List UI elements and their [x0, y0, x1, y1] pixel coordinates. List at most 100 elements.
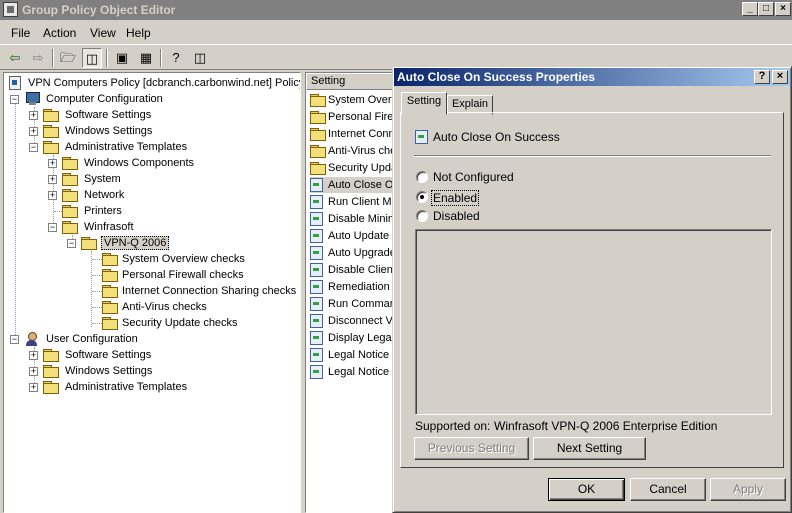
- radio-label-enabled[interactable]: Enabled: [431, 190, 480, 206]
- radio-label-not-configured[interactable]: Not Configured: [433, 170, 514, 184]
- export-list-icon[interactable]: ▦: [136, 48, 156, 68]
- radio-label-disabled[interactable]: Disabled: [433, 209, 480, 223]
- list-setting-item[interactable]: Remediation: [310, 279, 392, 295]
- tree-windows-settings[interactable]: + Windows Settings: [29, 123, 154, 139]
- list-setting-item[interactable]: Disable Client: [310, 262, 398, 278]
- tree-root[interactable]: VPN Computers Policy [dcbranch.carbonwin…: [8, 75, 300, 91]
- show-tree-icon[interactable]: ◫: [82, 48, 102, 68]
- up-folder-icon[interactable]: 🗁: [58, 48, 78, 68]
- expand-icon[interactable]: +: [29, 383, 38, 392]
- folder-icon: [310, 162, 326, 175]
- tree-network[interactable]: + Network: [48, 187, 126, 203]
- list-setting-item[interactable]: Auto Upgrade: [310, 245, 398, 261]
- tree-connector: [92, 275, 102, 276]
- folder-icon: [102, 285, 118, 298]
- collapse-icon[interactable]: −: [67, 239, 76, 248]
- tree-vpnq-child[interactable]: System Overview checks: [86, 251, 247, 267]
- expand-icon[interactable]: +: [48, 175, 57, 184]
- list-folder-item[interactable]: Security Upda: [310, 160, 399, 176]
- dialog-close-button[interactable]: ×: [772, 70, 788, 84]
- tree-administrative-templates[interactable]: − Administrative Templates: [29, 139, 189, 155]
- list-setting-item[interactable]: Run Comman: [310, 296, 398, 312]
- tree-vpnq-child[interactable]: Security Update checks: [86, 315, 240, 331]
- list-setting-item[interactable]: Legal Notice n: [310, 364, 400, 380]
- radio-disabled[interactable]: [416, 210, 428, 222]
- folder-icon: [102, 317, 118, 330]
- setting-icon: [310, 246, 324, 260]
- list-setting-item[interactable]: Disable Minim: [310, 211, 399, 227]
- collapse-icon[interactable]: −: [48, 223, 57, 232]
- minimize-button[interactable]: _: [742, 2, 758, 16]
- list-folder-item[interactable]: System Overv: [310, 92, 399, 108]
- expand-icon[interactable]: +: [48, 191, 57, 200]
- expand-icon[interactable]: +: [29, 367, 38, 376]
- menu-help[interactable]: Help: [126, 26, 151, 40]
- tree-vpnq-child[interactable]: Personal Firewall checks: [86, 267, 246, 283]
- tree-winfrasoft[interactable]: − Winfrasoft: [48, 219, 136, 235]
- radio-enabled[interactable]: [416, 191, 428, 203]
- collapse-icon[interactable]: −: [10, 335, 19, 344]
- list-setting-item[interactable]: Run Client Mi: [310, 194, 396, 210]
- list-setting-item[interactable]: Disconnect VF: [310, 313, 402, 329]
- collapse-icon[interactable]: −: [29, 143, 38, 152]
- expand-icon[interactable]: +: [29, 351, 38, 360]
- dialog-help-button[interactable]: ?: [754, 70, 770, 84]
- list-setting-item[interactable]: Display Legal: [310, 330, 396, 346]
- setting-icon: [310, 348, 324, 362]
- expand-icon[interactable]: +: [29, 111, 38, 120]
- tree-connector: [92, 291, 102, 292]
- title-bar[interactable]: Group Policy Object Editor _ □ ×: [0, 0, 792, 20]
- tree-connector: [92, 307, 102, 308]
- tree-vpnq-child[interactable]: Anti-Virus checks: [86, 299, 209, 315]
- tree-user-windows-settings[interactable]: + Windows Settings: [29, 363, 154, 379]
- folder-icon: [310, 128, 326, 141]
- tree-software-settings[interactable]: + Software Settings: [29, 107, 153, 123]
- dialog-title-bar[interactable]: Auto Close On Success Properties ? ×: [394, 68, 790, 86]
- list-setting-item-selected[interactable]: Auto Close O: [310, 177, 396, 193]
- tree-system[interactable]: + System: [48, 171, 123, 187]
- expand-icon[interactable]: +: [48, 159, 57, 168]
- tree-windows-components[interactable]: + Windows Components: [48, 155, 196, 171]
- list-folder-item[interactable]: Internet Conn: [310, 126, 397, 142]
- divider: [414, 155, 771, 157]
- tree-user-software-settings[interactable]: + Software Settings: [29, 347, 153, 363]
- setting-icon: [310, 331, 324, 345]
- close-button[interactable]: ×: [775, 2, 791, 16]
- tree-connector: [92, 259, 102, 260]
- menu-action[interactable]: Action: [43, 26, 76, 40]
- list-setting-item[interactable]: Auto Update: [310, 228, 391, 244]
- tree-printers[interactable]: Printers: [48, 203, 124, 219]
- column-header-setting[interactable]: Setting: [306, 73, 406, 90]
- cancel-button[interactable]: Cancel: [630, 478, 706, 501]
- apply-button[interactable]: Apply: [710, 478, 786, 501]
- list-folder-item[interactable]: Personal Firev: [310, 109, 401, 125]
- maximize-button[interactable]: □: [758, 2, 774, 16]
- show-hide-pane-icon[interactable]: ◫: [190, 48, 210, 68]
- next-setting-button[interactable]: Next Setting: [533, 437, 646, 460]
- folder-icon: [102, 269, 118, 282]
- previous-setting-button[interactable]: Previous Setting: [414, 437, 529, 460]
- menu-file[interactable]: File: [11, 26, 30, 40]
- ok-button[interactable]: OK: [548, 478, 625, 501]
- expand-icon[interactable]: +: [29, 127, 38, 136]
- tree-user-administrative-templates[interactable]: + Administrative Templates: [29, 379, 189, 395]
- collapse-icon[interactable]: −: [10, 95, 19, 104]
- back-arrow-icon[interactable]: ⇦: [5, 48, 25, 68]
- menu-view[interactable]: View: [90, 26, 116, 40]
- tree-vpnq-child[interactable]: Internet Connection Sharing checks: [86, 283, 298, 299]
- menu-bar: File Action View Help: [0, 22, 792, 42]
- list-folder-item[interactable]: Anti-Virus che: [310, 143, 398, 159]
- tree-user-configuration[interactable]: − User Configuration: [10, 331, 140, 347]
- properties-icon[interactable]: ▣: [112, 48, 132, 68]
- help-icon[interactable]: ?: [166, 48, 186, 68]
- tab-setting[interactable]: Setting: [401, 92, 447, 115]
- radio-not-configured[interactable]: [416, 171, 428, 183]
- policy-name: Auto Close On Success: [433, 130, 560, 144]
- folder-icon: [62, 173, 78, 186]
- tree-computer-configuration[interactable]: − Computer Configuration: [10, 91, 165, 107]
- forward-arrow-icon[interactable]: ⇨: [28, 48, 48, 68]
- list-setting-item[interactable]: Legal Notice n: [310, 347, 400, 363]
- tree-vpnq-2006[interactable]: − VPN-Q 2006: [67, 235, 170, 251]
- tree-pane[interactable]: VPN Computers Policy [dcbranch.carbonwin…: [3, 72, 301, 513]
- supported-on-label: Supported on:: [415, 419, 491, 433]
